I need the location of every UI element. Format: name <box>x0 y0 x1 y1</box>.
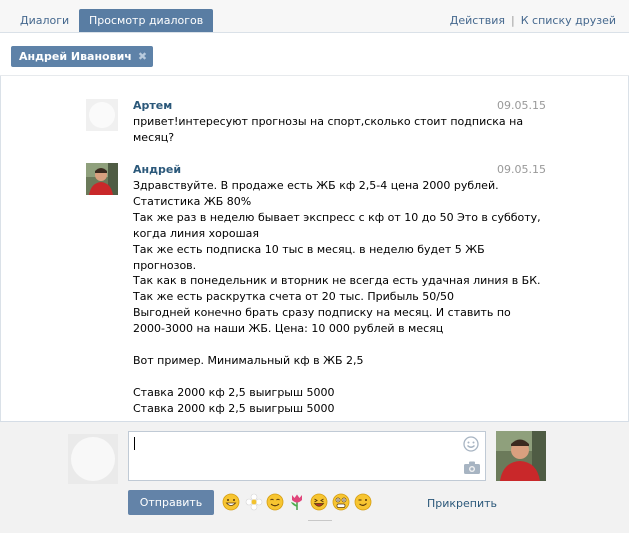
attach-link[interactable]: Прикрепить <box>427 497 497 510</box>
send-button[interactable]: Отправить <box>128 490 214 515</box>
smile-emoji-icon[interactable] <box>266 493 284 511</box>
resize-grip[interactable] <box>308 520 332 521</box>
user-photo-icon[interactable] <box>496 431 546 481</box>
message-author[interactable]: Андрей <box>133 163 181 176</box>
message-composer: Отправить Прикрепить <box>0 421 629 533</box>
wink-emoji-icon[interactable] <box>354 493 372 511</box>
message-line: Так же есть подписка 10 тыс в месяц. в н… <box>133 242 485 256</box>
message-line: Так как в понедельник и вторник не всегд… <box>133 274 541 288</box>
message-author[interactable]: Артем <box>133 99 172 112</box>
message-line: Ставка 2000 кф 2,5 выигрыш 5000 <box>133 401 335 415</box>
text-caret <box>134 437 135 450</box>
message-item: Андрей 09.05.15 Здравствуйте. В продаже … <box>86 163 546 423</box>
message-item: Артем 09.05.15 привет!интересуют прогноз… <box>86 99 546 149</box>
header-separator: | <box>511 14 515 27</box>
tulip-emoji-icon[interactable] <box>288 493 306 511</box>
participant-chip-label: Андрей Иванович <box>19 50 132 63</box>
frame-left-border <box>0 76 1 421</box>
message-line: Так же раз в неделю бывает экспресс с кф… <box>133 210 541 224</box>
message-line <box>133 337 493 353</box>
message-input[interactable] <box>128 431 486 481</box>
header-links: Действия | К списку друзей <box>450 14 616 27</box>
camera-icon[interactable] <box>464 461 480 474</box>
close-icon[interactable]: ✖ <box>138 46 147 67</box>
message-line <box>133 369 493 385</box>
blank-avatar-icon[interactable] <box>68 434 118 484</box>
message-line: Вот пример. Минимальный кф в ЖБ 2,5 <box>133 353 364 367</box>
shock-emoji-icon[interactable] <box>332 493 350 511</box>
message-line: привет!интересуют прогнозы на спорт,скол… <box>133 115 524 128</box>
message-line: 2000-3000 на наши ЖБ. Цена: 10 000 рубле… <box>133 322 444 336</box>
participant-filter-row: Андрей Иванович ✖ <box>0 34 629 76</box>
message-text: привет!интересуют прогнозы на спорт,скол… <box>133 114 524 146</box>
smile-icon[interactable] <box>463 436 479 452</box>
message-line: Статистика ЖБ 80% <box>133 194 252 208</box>
laugh-emoji-icon[interactable] <box>310 493 328 511</box>
tab-dialogs[interactable]: Диалоги <box>10 9 79 32</box>
message-text: Здравствуйте. В продаже есть ЖБ кф 2,5-4… <box>133 178 541 417</box>
message-line: Так же есть раскрутка счета от 20 тыс. П… <box>133 290 454 304</box>
user-photo-icon[interactable] <box>86 163 118 195</box>
grin-emoji-icon[interactable] <box>222 493 240 511</box>
top-tab-bar: Диалоги Просмотр диалогов Действия | К спи… <box>0 0 629 33</box>
message-date: 09.05.15 <box>497 163 546 176</box>
message-line: когда линия хорошая <box>133 226 260 240</box>
actions-link[interactable]: Действия <box>450 14 505 27</box>
tab-view-dialogs[interactable]: Просмотр диалогов <box>79 9 214 32</box>
message-line: прогнозов. <box>133 258 197 272</box>
participant-chip: Андрей Иванович ✖ <box>11 46 154 67</box>
blank-avatar-icon[interactable] <box>86 99 118 131</box>
message-date: 09.05.15 <box>497 99 546 112</box>
flower-emoji-icon[interactable] <box>245 493 263 511</box>
message-line: Здравствуйте. В продаже есть ЖБ кф 2,5-4… <box>133 179 499 192</box>
message-line: Выгодней конечно брать сразу подписку на… <box>133 306 511 320</box>
friends-list-link[interactable]: К списку друзей <box>521 14 616 27</box>
message-line: Ставка 2000 кф 2,5 выигрыш 5000 <box>133 385 335 399</box>
message-line: месяц? <box>133 130 175 144</box>
